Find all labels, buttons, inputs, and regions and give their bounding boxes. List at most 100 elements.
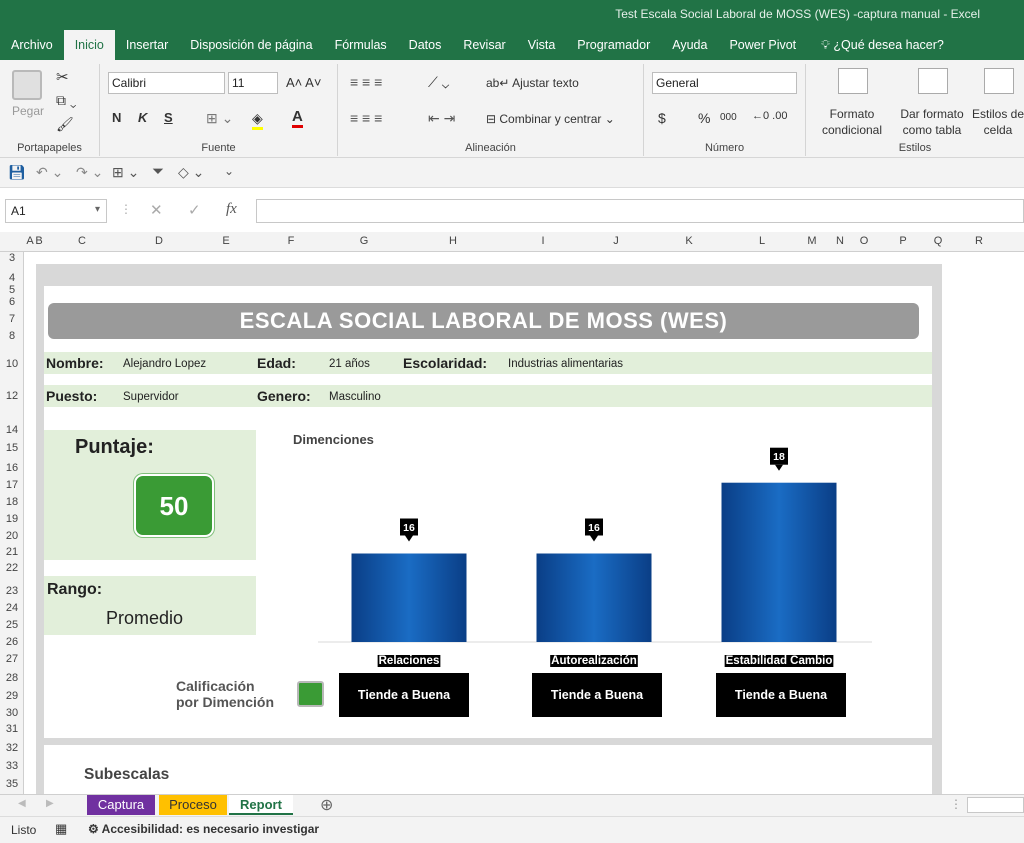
row-header[interactable]: 15 <box>0 442 24 454</box>
form-icon[interactable]: ⊞ ⌄ <box>112 164 139 181</box>
row-header[interactable]: 14 <box>0 424 24 436</box>
save-icon[interactable]: 💾︎ <box>8 164 26 181</box>
col-header-d[interactable]: D <box>120 235 198 247</box>
col-header-o[interactable]: O <box>854 235 874 247</box>
fill-color-icon[interactable]: ◈ <box>252 110 263 130</box>
sheet-tab-report[interactable]: Report <box>229 795 293 815</box>
row-header[interactable]: 25 <box>0 619 24 631</box>
scroll-left-icon[interactable]: ◀ <box>18 798 26 809</box>
underline-button[interactable]: S <box>164 110 173 125</box>
row-header[interactable]: 20 <box>0 530 24 542</box>
scroll-right-icon[interactable]: ▶ <box>46 798 54 809</box>
tab-vista[interactable]: Vista <box>517 30 567 60</box>
horizontal-scrollbar[interactable] <box>967 797 1024 813</box>
col-header-e[interactable]: E <box>198 235 254 247</box>
cell-styles-button[interactable]: Estilos de celda <box>972 106 1024 138</box>
filter-icon[interactable]: ⏷ <box>152 163 164 180</box>
row-header[interactable]: 24 <box>0 602 24 614</box>
tab-ayuda[interactable]: Ayuda <box>661 30 718 60</box>
row-header[interactable]: 17 <box>0 479 24 491</box>
row-header[interactable]: 22 <box>0 562 24 574</box>
format-table-button[interactable]: Dar formato como tabla <box>894 106 970 138</box>
thousands-button[interactable]: 000 <box>720 112 737 123</box>
merge-center-button[interactable]: ⊟ Combinar y centrar ⌄ <box>486 112 615 126</box>
col-header-f[interactable]: F <box>254 235 328 247</box>
tab-inicio[interactable]: Inicio <box>63 30 115 60</box>
macro-record-icon[interactable]: ▦ <box>55 821 67 837</box>
wrap-text-button[interactable]: ab↵ Ajustar texto <box>486 76 579 90</box>
tab-power-pivot[interactable]: Power Pivot <box>718 30 807 60</box>
copy-icon[interactable]: ⧉ ⌄ <box>56 92 77 109</box>
conditional-format-icon[interactable] <box>838 68 868 94</box>
redo-icon[interactable]: ↷ ⌄ <box>76 164 103 181</box>
shapes-icon[interactable]: ◇ ⌄ <box>178 164 204 181</box>
cut-icon[interactable]: ✂ <box>56 68 69 86</box>
tab-insertar[interactable]: Insertar <box>115 30 179 60</box>
row-header[interactable]: 12 <box>0 390 24 402</box>
row-header[interactable]: 4 <box>0 272 24 284</box>
col-header-k[interactable]: K <box>652 235 726 247</box>
tab-archivo[interactable]: Archivo <box>0 30 64 60</box>
col-header-j[interactable]: J <box>580 235 652 247</box>
row-header[interactable]: 16 <box>0 462 24 474</box>
col-header-m[interactable]: M <box>798 235 826 247</box>
borders-icon[interactable]: ⊞ ⌄ <box>206 110 233 127</box>
accessibility-status[interactable]: ⚙︎ Accesibilidad: es necesario investiga… <box>88 822 319 836</box>
currency-button[interactable]: $ <box>658 110 666 126</box>
indent-icon[interactable]: ⇤ ⇥ <box>428 110 455 127</box>
col-header-i[interactable]: I <box>506 235 580 247</box>
row-header[interactable]: 27 <box>0 653 24 665</box>
paste-icon[interactable] <box>12 70 42 100</box>
col-header-l[interactable]: L <box>726 235 798 247</box>
bold-button[interactable]: N <box>112 110 121 125</box>
col-header-c[interactable]: C <box>44 235 120 247</box>
formula-input[interactable] <box>256 199 1024 223</box>
col-header-p[interactable]: P <box>874 235 932 247</box>
row-header[interactable]: 30 <box>0 707 24 719</box>
tab-revisar[interactable]: Revisar <box>452 30 516 60</box>
cancel-icon[interactable]: ✕ <box>150 201 163 219</box>
align-left-icon[interactable]: ≡ ≡ ≡ <box>350 110 382 126</box>
font-name-select[interactable]: Calibri <box>108 72 225 94</box>
insert-function-icon[interactable]: fx <box>226 201 237 218</box>
font-color-icon[interactable]: A <box>292 108 303 128</box>
italic-button[interactable]: K <box>138 110 147 125</box>
conditional-format-button[interactable]: Formato condicional <box>816 106 888 138</box>
add-sheet-icon[interactable]: ⊕ <box>320 795 333 815</box>
row-header[interactable]: 26 <box>0 636 24 648</box>
col-header-n[interactable]: N <box>826 235 854 247</box>
tab-splitter-icon[interactable]: ⋮ <box>950 797 962 811</box>
row-header[interactable]: 21 <box>0 546 24 558</box>
sheet-tab-captura[interactable]: Captura <box>87 795 155 815</box>
tab-datos[interactable]: Datos <box>398 30 453 60</box>
row-header[interactable]: 28 <box>0 672 24 684</box>
row-header[interactable]: 32 <box>0 742 24 754</box>
tab-programador[interactable]: Programador <box>566 30 661 60</box>
paste-button[interactable]: Pegar <box>12 104 44 118</box>
font-size-select[interactable]: 11 <box>228 72 278 94</box>
row-header[interactable]: 8 <box>0 330 24 342</box>
grow-font-icon[interactable]: A˄ A˅ <box>286 75 321 90</box>
sheet-tab-proceso[interactable]: Proceso <box>159 795 227 815</box>
row-header[interactable]: 35 <box>0 778 24 790</box>
row-header[interactable]: 18 <box>0 496 24 508</box>
row-header[interactable]: 5 <box>0 284 24 296</box>
row-header[interactable]: 31 <box>0 723 24 735</box>
name-box-dropdown-icon[interactable]: ▾ <box>95 204 100 215</box>
col-header-g[interactable]: G <box>328 235 400 247</box>
format-painter-icon[interactable]: 🖌︎ <box>56 116 74 133</box>
row-header[interactable]: 7 <box>0 313 24 325</box>
name-box[interactable]: A1 <box>5 199 107 223</box>
row-header[interactable]: 19 <box>0 513 24 525</box>
tab-formulas[interactable]: Fórmulas <box>324 30 398 60</box>
row-header[interactable]: 3 <box>0 252 24 264</box>
tell-me-search[interactable]: 💡︎ ¿Qué desea hacer? <box>807 30 944 60</box>
enter-icon[interactable]: ✓ <box>188 201 201 219</box>
col-header-a[interactable]: A <box>26 235 34 247</box>
col-header-h[interactable]: H <box>400 235 506 247</box>
col-header-r[interactable]: R <box>944 235 1014 247</box>
row-header[interactable]: 6 <box>0 296 24 308</box>
align-top-icon[interactable]: ≡ ≡ ≡ <box>350 74 382 90</box>
orientation-icon[interactable]: ⟋ ⌄ <box>428 74 449 91</box>
sheet-grid[interactable]: ESCALA SOCIAL LABORAL DE MOSS (WES) Nomb… <box>24 252 1024 794</box>
